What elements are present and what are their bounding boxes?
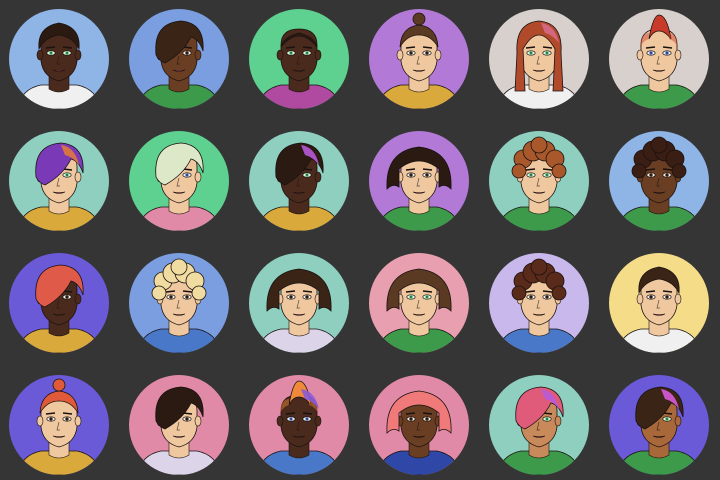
avatar-option[interactable] [609,253,709,353]
avatar-option[interactable] [129,9,229,109]
avatar-option[interactable] [369,253,469,353]
avatar-face [280,28,318,82]
avatar-portrait [609,9,709,109]
avatar-option[interactable] [609,375,709,475]
avatar-option[interactable] [369,131,469,231]
avatar-portrait [249,131,349,231]
avatar-option[interactable] [9,375,109,475]
avatar-option[interactable] [9,131,109,231]
avatar-option[interactable] [9,253,109,353]
avatar-portrait [369,9,469,109]
avatar-portrait [609,375,709,475]
avatar-option[interactable] [249,375,349,475]
avatar-portrait [489,131,589,231]
avatar-portrait [9,131,109,231]
avatar-portrait [369,253,469,353]
avatar-option[interactable] [129,253,229,353]
avatar-option[interactable] [129,131,229,231]
avatar-portrait [129,9,229,109]
avatar-option[interactable] [489,375,589,475]
avatar-grid [0,0,720,480]
avatar-portrait [609,131,709,231]
avatar-option[interactable] [249,253,349,353]
avatar-portrait [369,131,469,231]
avatar-portrait [489,375,589,475]
avatar-portrait [129,253,229,353]
avatar-portrait [9,253,109,353]
avatar-portrait [9,375,109,475]
avatar-option[interactable] [609,131,709,231]
avatar-option[interactable] [369,375,469,475]
avatar-portrait [249,253,349,353]
avatar-portrait [609,253,709,353]
avatar-option[interactable] [609,9,709,109]
avatar-portrait [249,9,349,109]
avatar-portrait [369,375,469,475]
avatar-portrait [129,131,229,231]
avatar-option[interactable] [249,131,349,231]
avatar-portrait [489,253,589,353]
avatar-option[interactable] [369,9,469,109]
avatar-option[interactable] [489,9,589,109]
avatar-portrait [249,375,349,475]
avatar-portrait [129,375,229,475]
avatar-option[interactable] [249,9,349,109]
avatar-portrait [489,9,589,109]
avatar-option[interactable] [489,253,589,353]
avatar-portrait [9,9,109,109]
avatar-option[interactable] [9,9,109,109]
avatar-option[interactable] [129,375,229,475]
avatar-option[interactable] [489,131,589,231]
